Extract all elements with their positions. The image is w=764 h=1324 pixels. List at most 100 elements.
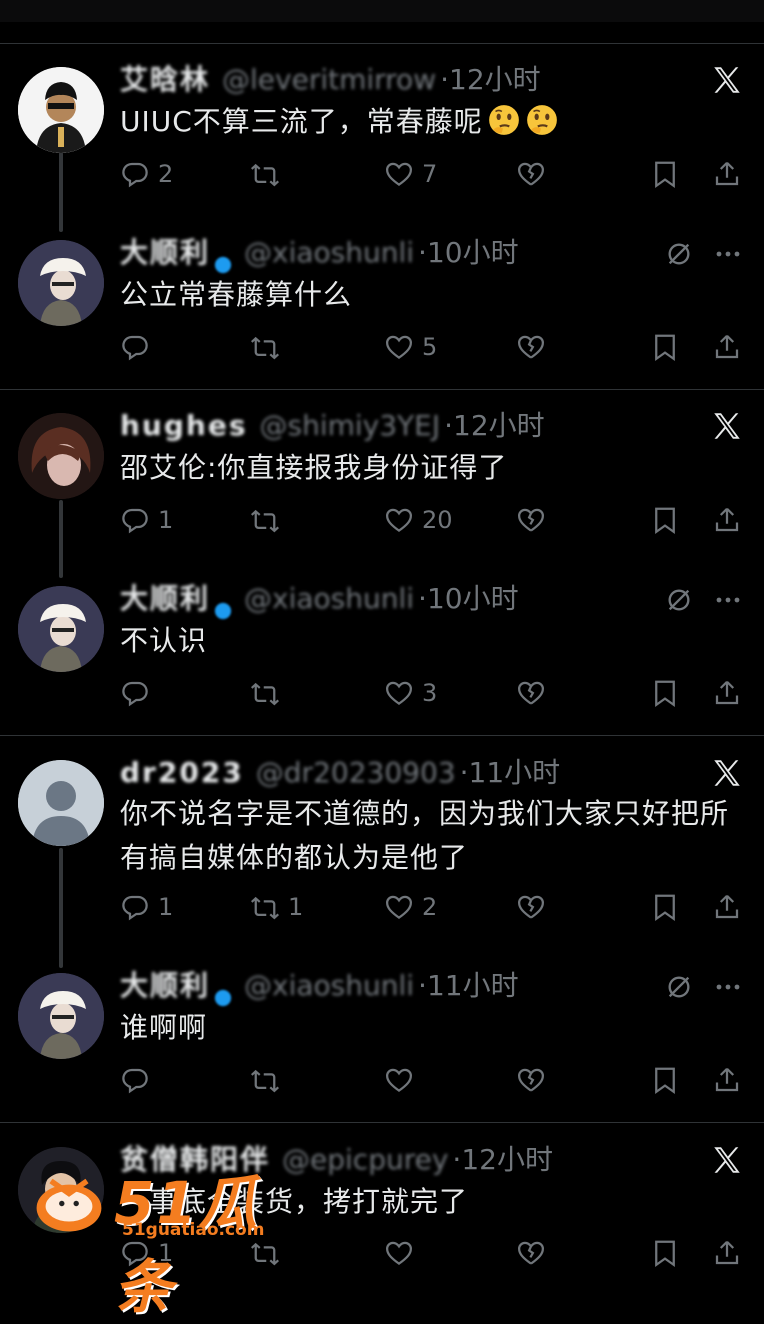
dislike-button[interactable]	[516, 1062, 546, 1098]
post-time[interactable]: 12小时	[453, 409, 545, 442]
bookmark-icon	[655, 507, 675, 535]
watermark-brand: 51瓜条	[114, 1169, 259, 1321]
action-bar	[120, 1062, 750, 1098]
reply-button[interactable]	[120, 675, 158, 711]
divider	[0, 735, 764, 736]
retweet-button[interactable]	[250, 502, 288, 538]
author-name[interactable]: dr2023	[120, 756, 244, 789]
like-button[interactable]: 7	[384, 156, 437, 192]
author-handle[interactable]: @leveritmirrow	[222, 63, 436, 96]
avatar[interactable]	[18, 586, 104, 672]
bookmark-button[interactable]	[650, 502, 680, 538]
more-options-icon[interactable]	[714, 586, 742, 614]
bookmark-icon	[655, 161, 675, 189]
broken-heart-icon	[517, 681, 545, 705]
like-button[interactable]: 5	[384, 329, 437, 365]
post-time[interactable]: 10小时	[427, 236, 519, 269]
like-button[interactable]	[384, 1062, 422, 1098]
broken-heart-icon	[517, 162, 545, 186]
grok-icon[interactable]	[665, 586, 693, 614]
reply-button[interactable]	[120, 329, 158, 365]
share-button[interactable]	[712, 675, 742, 711]
heart-icon	[385, 895, 413, 919]
thinking-face-icon	[525, 103, 559, 137]
like-button[interactable]	[384, 1235, 422, 1271]
post-time[interactable]: 11小时	[427, 969, 519, 1002]
x-logo-icon	[710, 63, 744, 97]
bookmark-button[interactable]	[650, 1062, 680, 1098]
author-name[interactable]: hughes	[120, 409, 248, 442]
avatar[interactable]	[18, 67, 104, 153]
post-header: 大顺利 @xiaoshunli ·11小时	[120, 966, 519, 1007]
retweet-button[interactable]	[250, 675, 288, 711]
post-text: 谁啊啊	[120, 1011, 208, 1044]
more-options-icon[interactable]	[714, 240, 742, 268]
dislike-button[interactable]	[516, 675, 546, 711]
reply-icon	[122, 1068, 148, 1094]
like-button[interactable]: 20	[384, 502, 453, 538]
bookmark-button[interactable]	[650, 889, 680, 925]
broken-heart-icon	[517, 335, 545, 359]
dislike-button[interactable]	[516, 156, 546, 192]
author-handle[interactable]: @epicpurey	[282, 1143, 448, 1176]
bookmark-icon	[655, 1067, 675, 1095]
bookmark-button[interactable]	[650, 675, 680, 711]
author-handle[interactable]: @xiaoshunli	[244, 582, 414, 615]
reply-button[interactable]: 1	[120, 502, 173, 538]
post-text: UIUC不算三流了，常春藤呢	[120, 100, 740, 144]
reply-button[interactable]: 1	[120, 889, 173, 925]
retweet-button[interactable]	[250, 156, 288, 192]
author-handle[interactable]: @xiaoshunli	[244, 969, 414, 1002]
post-time[interactable]: 12小时	[449, 63, 541, 96]
retweet-button[interactable]	[250, 329, 288, 365]
author-name[interactable]: 艾晗林	[120, 63, 210, 96]
reply-button[interactable]	[120, 1062, 158, 1098]
divider	[0, 1122, 764, 1123]
avatar[interactable]	[18, 240, 104, 326]
author-name[interactable]: 大顺利	[120, 969, 210, 1002]
post-time[interactable]: 12小时	[461, 1143, 553, 1176]
bookmark-button[interactable]	[650, 329, 680, 365]
heart-icon	[385, 162, 413, 186]
dislike-button[interactable]	[516, 329, 546, 365]
retweet-icon	[251, 336, 279, 360]
share-button[interactable]	[712, 889, 742, 925]
post-text: 你不说名字是不道德的，因为我们大家只好把所有搞自媒体的都认为是他了	[120, 797, 730, 874]
grok-icon[interactable]	[665, 240, 693, 268]
author-handle[interactable]: @xiaoshunli	[244, 236, 414, 269]
author-name[interactable]: 大顺利	[120, 236, 210, 269]
avatar[interactable]	[18, 760, 104, 846]
reply-icon	[122, 681, 148, 707]
retweet-button[interactable]	[250, 1062, 288, 1098]
share-button[interactable]	[712, 329, 742, 365]
retweet-icon	[251, 896, 279, 920]
post-time[interactable]: 10小时	[427, 582, 519, 615]
share-icon	[715, 1240, 739, 1265]
more-options-icon[interactable]	[714, 973, 742, 1001]
share-button[interactable]	[712, 1062, 742, 1098]
bookmark-button[interactable]	[650, 1235, 680, 1271]
share-button[interactable]	[712, 1235, 742, 1271]
like-button[interactable]: 3	[384, 675, 437, 711]
dislike-button[interactable]	[516, 889, 546, 925]
avatar[interactable]	[18, 973, 104, 1059]
retweet-button[interactable]: 1	[250, 889, 303, 925]
grok-icon[interactable]	[665, 973, 693, 1001]
bookmark-icon	[655, 680, 675, 708]
bookmark-button[interactable]	[650, 156, 680, 192]
avatar[interactable]	[18, 413, 104, 499]
author-name[interactable]: 大顺利	[120, 582, 210, 615]
broken-heart-icon	[517, 1241, 545, 1265]
action-bar: 2 7	[120, 156, 750, 192]
dislike-button[interactable]	[516, 502, 546, 538]
x-logo-icon	[710, 756, 744, 790]
dislike-button[interactable]	[516, 1235, 546, 1271]
author-handle[interactable]: @shimiy3YEJ	[260, 409, 441, 442]
like-button[interactable]: 2	[384, 889, 437, 925]
post-time[interactable]: 11小时	[469, 756, 561, 789]
share-button[interactable]	[712, 156, 742, 192]
share-button[interactable]	[712, 502, 742, 538]
thread-line	[59, 848, 63, 968]
reply-button[interactable]: 2	[120, 156, 173, 192]
author-handle[interactable]: @dr20230903	[256, 756, 456, 789]
